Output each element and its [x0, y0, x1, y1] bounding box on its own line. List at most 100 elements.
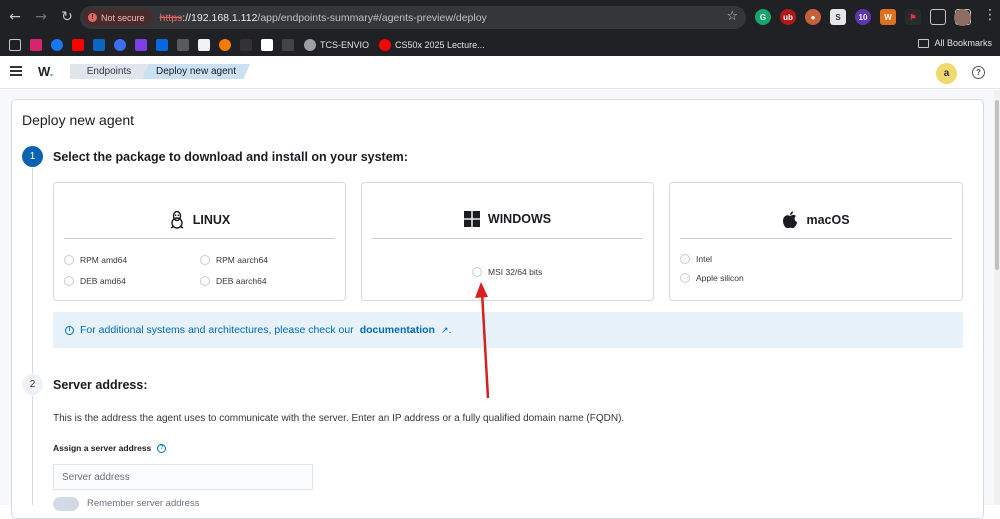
url-path: /app/endpoints-summary#/agents-preview/d…	[257, 11, 487, 24]
youtube-icon[interactable]	[72, 39, 84, 51]
option-rpm-amd64[interactable]: RPM amd64	[64, 255, 127, 265]
browser-toolbar: ← → ↻ ! Not secure https://192.168.1.112…	[0, 0, 1000, 34]
menu-icon[interactable]: ⋮	[983, 7, 997, 23]
instagram-icon[interactable]	[30, 39, 42, 51]
user-avatar[interactable]: a	[936, 63, 957, 84]
cookie-icon[interactable]: ●	[805, 9, 821, 25]
youtube-icon	[379, 39, 392, 51]
option-deb-aarch64[interactable]: DEB aarch64	[200, 276, 267, 286]
option-label: MSI 32/64 bits	[488, 267, 543, 277]
macos-header: macOS	[670, 211, 962, 229]
windows-icon	[463, 211, 480, 227]
step-1-title: Select the package to download and insta…	[53, 150, 408, 164]
user-initial: a	[943, 68, 950, 79]
option-label: DEB aarch64	[216, 276, 267, 286]
option-apple-silicon[interactable]: Apple silicon	[680, 273, 744, 283]
help-icon[interactable]: ?	[157, 443, 167, 453]
step-2-title: Server address:	[53, 378, 148, 392]
all-bookmarks-label: All Bookmarks	[934, 38, 992, 48]
h-site-icon[interactable]	[240, 39, 252, 51]
step-connector	[32, 168, 33, 374]
forward-icon[interactable]: →	[30, 6, 52, 28]
all-bookmarks-button[interactable]: All Bookmarks	[918, 38, 992, 48]
linkedin-icon[interactable]	[93, 39, 105, 51]
apps-grid-icon[interactable]	[9, 39, 21, 51]
callout-suffix: .	[448, 324, 452, 336]
ublock-icon[interactable]: ub	[780, 9, 796, 25]
divider	[372, 238, 643, 239]
radio-button[interactable]	[64, 255, 74, 265]
option-intel[interactable]: Intel	[680, 254, 712, 264]
url-text[interactable]: https://192.168.1.112/app/endpoints-summ…	[160, 12, 487, 24]
server-description: This is the address the agent uses to co…	[53, 413, 625, 424]
scrollbar-thumb[interactable]	[995, 100, 999, 270]
reload-icon[interactable]: ↻	[56, 6, 78, 28]
docs-icon[interactable]	[261, 39, 273, 51]
flag-icon[interactable]: ⚑	[905, 9, 921, 25]
folder-icon	[918, 38, 930, 48]
breadcrumb-endpoints[interactable]: Endpoints	[70, 64, 148, 79]
step-1-number: 1	[22, 146, 43, 167]
external-link-icon[interactable]: ↗	[441, 325, 449, 336]
facebook-icon[interactable]	[51, 39, 63, 51]
option-deb-amd64[interactable]: DEB amd64	[64, 276, 126, 286]
windows-card: WINDOWS MSI 32/64 bits	[361, 182, 654, 301]
documentation-link[interactable]: documentation	[360, 324, 435, 336]
profile-avatar[interactable]	[954, 9, 971, 26]
hamburger-menu-icon[interactable]	[10, 66, 22, 76]
bookmarks-bar: TCS-ENVIO CS50x 2025 Lecture... All Book…	[0, 34, 1000, 56]
app-logo[interactable]: W.	[38, 64, 53, 79]
back-icon[interactable]: ←	[4, 6, 26, 28]
option-label: RPM amd64	[80, 255, 128, 265]
field-label-text: Assign a server address	[53, 443, 152, 453]
drive-icon[interactable]	[282, 39, 294, 51]
macos-title: macOS	[806, 213, 850, 227]
option-rpm-aarch64[interactable]: RPM aarch64	[200, 255, 268, 265]
windows-title: WINDOWS	[487, 212, 552, 226]
star-icon[interactable]: ☆	[726, 9, 738, 24]
linux-icon	[170, 211, 184, 229]
breadcrumb-label: Endpoints	[86, 66, 132, 77]
step-2-number: 2	[22, 374, 43, 395]
breadcrumb-label: Deploy new agent	[155, 66, 237, 77]
bookmark-item[interactable]: CS50x 2025 Lecture...	[379, 39, 485, 51]
meta-icon[interactable]	[156, 39, 168, 51]
divider	[680, 238, 952, 239]
option-label: DEB amd64	[80, 276, 126, 286]
radio-button[interactable]	[200, 276, 210, 286]
radio-button[interactable]	[680, 273, 690, 283]
linux-title: LINUX	[192, 213, 231, 227]
stylus-icon[interactable]: S	[830, 9, 846, 25]
extension-badge-icon[interactable]: 10	[855, 9, 871, 25]
bookmark-app-icon[interactable]	[135, 39, 147, 51]
page-icon[interactable]	[198, 39, 210, 51]
bookmark-item[interactable]: TCS-ENVIO	[304, 39, 369, 51]
page-title: Deploy new agent	[22, 112, 135, 128]
info-callout: i For additional systems and architectur…	[53, 312, 963, 348]
remember-server-toggle[interactable]	[53, 497, 79, 511]
bookmark-label: TCS-ENVIO	[320, 40, 370, 50]
wappalyzer-icon[interactable]: W	[880, 9, 896, 25]
address-bar[interactable]: ! Not secure https://192.168.1.112/app/e…	[80, 6, 746, 29]
linux-header: LINUX	[54, 211, 345, 229]
radio-button[interactable]	[472, 267, 482, 277]
step-connector	[32, 396, 33, 505]
server-address-input[interactable]	[53, 464, 313, 490]
logo-dot: .	[49, 64, 54, 79]
notion-icon[interactable]	[177, 39, 189, 51]
warning-icon: !	[88, 13, 97, 22]
option-msi-32-64[interactable]: MSI 32/64 bits	[472, 267, 542, 277]
radio-button[interactable]	[200, 255, 210, 265]
logo-letter: W	[38, 64, 50, 79]
not-secure-badge[interactable]: ! Not secure	[84, 9, 152, 26]
radio-button[interactable]	[680, 254, 690, 264]
search-icon[interactable]	[114, 39, 126, 51]
bitcoin-icon[interactable]	[219, 39, 231, 51]
grammarly-icon[interactable]: G	[755, 9, 771, 25]
puzzle-icon[interactable]	[930, 9, 946, 25]
macos-card: macOS Intel Apple silicon	[669, 182, 963, 301]
help-icon[interactable]: ?	[972, 66, 985, 79]
info-icon: i	[65, 325, 74, 335]
radio-button[interactable]	[64, 276, 74, 286]
extension-badge-count: 10	[858, 12, 868, 22]
